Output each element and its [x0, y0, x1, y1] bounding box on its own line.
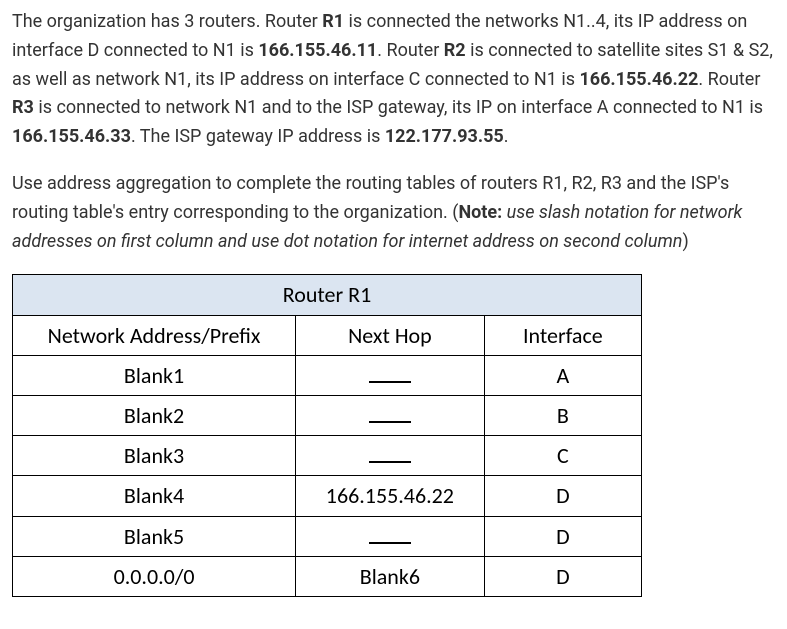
- cell-network: Blank2: [13, 395, 296, 435]
- router-r1-bold: R1: [322, 11, 344, 32]
- header-network: Network Address/Prefix: [13, 315, 296, 355]
- cell-next-hop: Blank6: [296, 556, 485, 596]
- routing-table-r1: Router R1 Network Address/Prefix Next Ho…: [12, 274, 642, 597]
- router-r3-bold: R3: [12, 97, 34, 118]
- router-r2-bold: R2: [444, 40, 466, 61]
- text: . Router: [698, 69, 760, 90]
- header-interface: Interface: [484, 315, 641, 355]
- cell-interface: D: [484, 556, 641, 596]
- cell-next-hop: 166.155.46.22: [296, 476, 485, 516]
- table-header-row: Network Address/Prefix Next Hop Interfac…: [13, 315, 642, 355]
- table-row: 0.0.0.0/0 Blank6 D: [13, 556, 642, 596]
- ip3-bold: 166.155.46.33: [12, 126, 131, 147]
- table-row: Blank3 C: [13, 436, 642, 476]
- text: . The ISP gateway IP address is: [131, 126, 385, 147]
- table-row: Blank1 A: [13, 355, 642, 395]
- cell-next-hop: [296, 516, 485, 556]
- ip1-bold: 166.155.46.11: [258, 40, 377, 61]
- cell-next-hop: [296, 395, 485, 435]
- table-row: Blank5 D: [13, 516, 642, 556]
- blank-dash: [369, 441, 411, 463]
- text: ): [682, 231, 688, 252]
- text: The organization has 3 routers. Router: [12, 11, 322, 32]
- table-title: Router R1: [13, 275, 642, 315]
- blank-dash: [369, 522, 411, 544]
- note-label: Note:: [458, 202, 502, 223]
- cell-network: Blank3: [13, 436, 296, 476]
- cell-interface: C: [484, 436, 641, 476]
- cell-interface: A: [484, 355, 641, 395]
- cell-network: Blank1: [13, 355, 296, 395]
- table-row: Blank2 B: [13, 395, 642, 435]
- cell-next-hop: [296, 355, 485, 395]
- ip2-bold: 166.155.46.22: [579, 69, 698, 90]
- cell-network: Blank4: [13, 476, 296, 516]
- cell-interface: D: [484, 516, 641, 556]
- blank-dash: [369, 401, 411, 423]
- problem-paragraph-2: Use address aggregation to complete the …: [12, 170, 775, 256]
- ip4-bold: 122.177.93.55: [385, 126, 504, 147]
- cell-next-hop: [296, 436, 485, 476]
- blank-dash: [369, 361, 411, 383]
- problem-paragraph-1: The organization has 3 routers. Router R…: [12, 8, 775, 152]
- text: is connected to network N1 and to the IS…: [34, 97, 763, 118]
- text: .: [504, 126, 509, 147]
- table-row: Blank4 166.155.46.22 D: [13, 476, 642, 516]
- cell-network: Blank5: [13, 516, 296, 556]
- table-title-row: Router R1: [13, 275, 642, 315]
- cell-network: 0.0.0.0/0: [13, 556, 296, 596]
- header-next-hop: Next Hop: [296, 315, 485, 355]
- cell-interface: B: [484, 395, 641, 435]
- cell-interface: D: [484, 476, 641, 516]
- text: . Router: [377, 40, 444, 61]
